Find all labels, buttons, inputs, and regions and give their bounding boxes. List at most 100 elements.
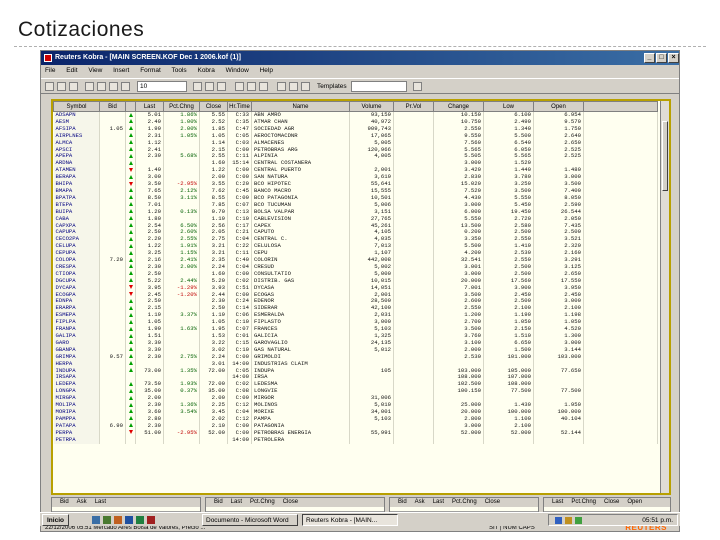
- copy-icon[interactable]: [109, 82, 118, 91]
- bid-cell[interactable]: [99, 174, 126, 182]
- column-header[interactable]: Hr.Time: [227, 101, 252, 112]
- pct-change-cell[interactable]: 2.12%: [163, 187, 200, 195]
- table-row[interactable]: CAPUPA 2.50 2.60% 2.05 C:21 CAPUTO 4,105 0.200 2…: [53, 229, 658, 237]
- pct-change-cell[interactable]: [163, 339, 200, 347]
- low-cell[interactable]: 6.050: [483, 146, 534, 154]
- last-cell[interactable]: 1.22: [135, 243, 164, 251]
- volume-cell[interactable]: 45,261: [349, 222, 394, 230]
- low-cell[interactable]: 1.340: [483, 125, 534, 133]
- close-cell[interactable]: [199, 436, 228, 444]
- low-cell[interactable]: 101.000: [483, 353, 534, 361]
- name-cell[interactable]: CABLEVISION: [251, 215, 350, 223]
- open-cell[interactable]: 2.650: [533, 270, 584, 278]
- close-cell[interactable]: 1.19: [199, 215, 228, 223]
- table-row[interactable]: AESM 2.49 1.00% 2.52 C:35 ATMAR CHAN 40,972 10.…: [53, 118, 658, 126]
- name-cell[interactable]: GAROVAGLIO: [251, 339, 350, 347]
- change-cell[interactable]: 108.000: [433, 374, 484, 382]
- pct-change-cell[interactable]: 2.00%: [163, 263, 200, 271]
- table-row[interactable]: BTEPA 7.01 7.85 C:07 BCO TUCUMAN 5,006 3.000 5.…: [53, 201, 658, 209]
- symbol-cell[interactable]: DYCAPA: [53, 284, 100, 292]
- volume-cell[interactable]: 5,006: [349, 201, 394, 209]
- close-cell[interactable]: 3.45: [199, 408, 228, 416]
- task-kobra[interactable]: Reuters Kobra - [MAIN...: [302, 514, 398, 526]
- search-icon[interactable]: [289, 82, 298, 91]
- low-cell[interactable]: [483, 395, 534, 403]
- table-row[interactable]: ERARPA 2.15 2.50 C:14 SIDERAR 42,100 2.550 2.10…: [53, 305, 658, 313]
- open-cell[interactable]: 2.500: [533, 229, 584, 237]
- open-cell[interactable]: 7.435: [533, 222, 584, 230]
- bold-icon[interactable]: [193, 82, 202, 91]
- menu-insert[interactable]: Insert: [113, 67, 129, 74]
- close-cell[interactable]: 3.02: [199, 346, 228, 354]
- table-row[interactable]: GARO 3.30 3.22 C:15 GAROVAGLIO 24,135 3.100 6.6…: [53, 339, 658, 347]
- column-header[interactable]: Name: [251, 101, 350, 112]
- low-cell[interactable]: 2.550: [483, 257, 534, 264]
- low-cell[interactable]: 3.900: [483, 284, 534, 292]
- volume-cell[interactable]: 42,100: [349, 305, 394, 313]
- open-cell[interactable]: [533, 395, 584, 403]
- pct-change-cell[interactable]: [163, 146, 200, 154]
- prvol-cell[interactable]: [393, 360, 434, 368]
- open-cell[interactable]: 103.000: [533, 353, 584, 361]
- symbol-cell[interactable]: ERARPA: [53, 305, 100, 313]
- bid-cell[interactable]: [99, 339, 126, 347]
- close-button[interactable]: ×: [668, 53, 679, 63]
- close-cell[interactable]: 2.00: [199, 174, 228, 182]
- last-cell[interactable]: 2.80: [135, 415, 164, 423]
- volume-cell[interactable]: [349, 381, 394, 389]
- low-cell[interactable]: 52.000: [483, 429, 534, 437]
- time-cell[interactable]: 14:00: [227, 374, 252, 382]
- pct-change-cell[interactable]: 6.50%: [163, 222, 200, 230]
- maximize-button[interactable]: □: [656, 53, 667, 63]
- last-cell[interactable]: 1.99: [135, 125, 164, 133]
- table-row[interactable]: FRANPA 1.99 1.63% 1.95 C:07 FRANCES 5,103 3.500…: [53, 326, 658, 333]
- pct-change-cell[interactable]: 0.13%: [163, 208, 200, 216]
- pct-change-cell[interactable]: [163, 139, 200, 147]
- time-cell[interactable]: C:04: [227, 408, 252, 416]
- last-cell[interactable]: 2.30: [135, 402, 164, 409]
- pct-change-cell[interactable]: [163, 298, 200, 306]
- table-row[interactable]: CTIOPA 2.50 1.60 C:00 CONSULTATIO 5,000 3.000 2…: [53, 270, 658, 278]
- table-row[interactable]: CEPUPA 3.25 1.15% 3.21 C:11 CEPU 1,107 4.200 2.5…: [53, 250, 658, 258]
- prvol-cell[interactable]: [393, 160, 434, 168]
- prvol-cell[interactable]: [393, 381, 434, 389]
- prvol-cell[interactable]: [393, 243, 434, 251]
- bid-cell[interactable]: [99, 222, 126, 230]
- time-cell[interactable]: C:24: [227, 298, 252, 306]
- prvol-cell[interactable]: [393, 194, 434, 202]
- time-cell[interactable]: C:40: [227, 257, 252, 264]
- time-cell[interactable]: C:10: [227, 346, 252, 354]
- menu-tools[interactable]: Tools: [171, 67, 186, 74]
- prvol-cell[interactable]: [393, 367, 434, 375]
- pct-change-cell[interactable]: 2.41%: [163, 257, 200, 264]
- pct-change-cell[interactable]: 1.63%: [163, 326, 200, 333]
- change-cell[interactable]: 3.000: [433, 201, 484, 209]
- change-cell[interactable]: 2.550: [433, 125, 484, 133]
- time-cell[interactable]: 15:14: [227, 160, 252, 168]
- close-cell[interactable]: 1.05: [199, 319, 228, 327]
- pct-change-cell[interactable]: 1.36%: [163, 402, 200, 409]
- volume-cell[interactable]: 14,051: [349, 284, 394, 292]
- change-cell[interactable]: 3.760: [433, 333, 484, 340]
- time-cell[interactable]: C:00: [227, 167, 252, 175]
- pct-change-cell[interactable]: [163, 374, 200, 382]
- symbol-cell[interactable]: BTEPA: [53, 201, 100, 209]
- time-cell[interactable]: C:00: [227, 429, 252, 437]
- time-cell[interactable]: C:02: [227, 277, 252, 285]
- symbol-cell[interactable]: CRESPA: [53, 263, 100, 271]
- low-cell[interactable]: 5.450: [483, 201, 534, 209]
- open-cell[interactable]: 3.125: [533, 263, 584, 271]
- low-cell[interactable]: 77.500: [483, 388, 534, 396]
- table-row[interactable]: PATAPA 6.90 2.30 2.10 C:00 PATAGONIA 3.000 2.10…: [53, 422, 658, 430]
- ie-icon[interactable]: [92, 516, 100, 524]
- change-cell[interactable]: 2.600: [433, 298, 484, 306]
- table-row[interactable]: GALIPA 1.51 1.53 C:01 GALICIA 1,325 3.760 1.510…: [53, 333, 658, 340]
- change-cell[interactable]: 5.505: [433, 153, 484, 161]
- volume-cell[interactable]: 3,151: [349, 208, 394, 216]
- name-cell[interactable]: CENTRAL PUERTO: [251, 167, 350, 175]
- symbol-cell[interactable]: CELUPA: [53, 243, 100, 251]
- pct-change-cell[interactable]: [163, 201, 200, 209]
- time-cell[interactable]: C:07: [227, 326, 252, 333]
- bid-cell[interactable]: [99, 132, 126, 140]
- time-cell[interactable]: C:10: [227, 319, 252, 327]
